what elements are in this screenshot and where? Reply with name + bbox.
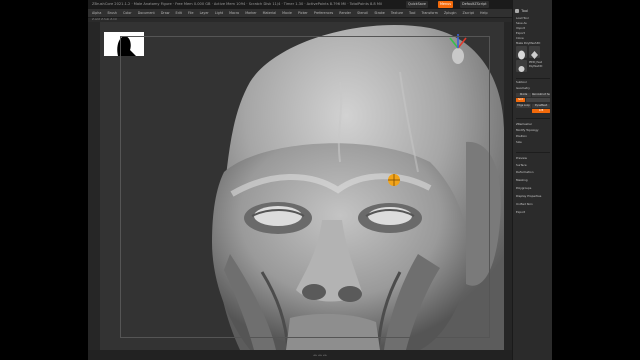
- menu-help[interactable]: Help: [480, 11, 488, 15]
- tool-thumbnail-polymesh[interactable]: [529, 46, 540, 59]
- menu-stencil[interactable]: Stencil: [357, 11, 368, 15]
- menu-material[interactable]: Material: [263, 11, 276, 15]
- export-section[interactable]: Export: [516, 210, 550, 215]
- menu-stroke[interactable]: Stroke: [374, 11, 385, 15]
- menu-zplugin[interactable]: Zplugin: [444, 11, 456, 15]
- modify-topology-section[interactable]: Modify Topology: [516, 128, 550, 133]
- menu-render[interactable]: Render: [339, 11, 351, 15]
- divide-button[interactable]: Divide: [516, 93, 531, 97]
- tool-palette: Tool Load Tool Save As Import Export Clo…: [512, 0, 552, 360]
- divider: [516, 78, 550, 79]
- subtool-section[interactable]: Subtool: [516, 80, 550, 85]
- subtool-name-label: PolyMesh3D: [529, 65, 543, 68]
- menu-macro[interactable]: Macro: [229, 11, 239, 15]
- dynamesh-button[interactable]: DynaMesh: [532, 104, 550, 108]
- bottom-shelf: ◂ ▸ ◂ ▸ ◂ ▸: [88, 350, 552, 360]
- palette-icon: [515, 9, 519, 13]
- menu-zscript[interactable]: Zscript: [463, 11, 474, 15]
- tool-thumbnail-sphere[interactable]: [516, 60, 527, 72]
- default-zscript-button[interactable]: DefaultZScript: [460, 1, 489, 8]
- tool-palette-header[interactable]: Tool: [513, 8, 552, 14]
- menu-brush[interactable]: Brush: [107, 11, 117, 15]
- quicksave-button[interactable]: QuickSave: [406, 1, 428, 8]
- menu-edit[interactable]: Edit: [176, 11, 182, 15]
- menu-movie[interactable]: Movie: [282, 11, 292, 15]
- menu-picker[interactable]: Picker: [298, 11, 308, 15]
- sculpt-render: [100, 22, 504, 350]
- divider: [516, 152, 550, 153]
- position-section[interactable]: Position: [516, 134, 550, 139]
- menu-transform[interactable]: Transform: [422, 11, 438, 15]
- window-title: ZBrushCore 2021.1.2 · Male Anatomy Figur…: [92, 2, 382, 6]
- menu-alpha[interactable]: Alpha: [92, 11, 101, 15]
- menu-light[interactable]: Light: [215, 11, 223, 15]
- reconstruct-subdiv-button[interactable]: Reconstruct Subdiv: [532, 93, 550, 97]
- resolution-slider[interactable]: 128: [532, 109, 550, 113]
- surface-section[interactable]: Surface: [516, 163, 550, 168]
- display-properties-section[interactable]: Display Properties: [516, 194, 550, 199]
- menu-layer[interactable]: Layer: [200, 11, 209, 15]
- menu-draw[interactable]: Draw: [161, 11, 170, 15]
- title-bar: ZBrushCore 2021.1.2 · Male Anatomy Figur…: [88, 0, 552, 9]
- right-shelf: [504, 22, 512, 350]
- size-section[interactable]: Size: [516, 140, 550, 145]
- deformation-section[interactable]: Deformation: [516, 170, 550, 175]
- edge-loop-button[interactable]: Edge Loop: [516, 104, 531, 108]
- geometry-section[interactable]: Geometry: [516, 86, 550, 91]
- zremesher-section[interactable]: ZRemesher: [516, 122, 550, 127]
- menu-color[interactable]: Color: [123, 11, 132, 15]
- menu-texture[interactable]: Texture: [391, 11, 403, 15]
- preview-section[interactable]: Preview: [516, 156, 550, 161]
- polygroups-section[interactable]: Polygroups: [516, 186, 550, 191]
- unified-skin-section[interactable]: Unified Skin: [516, 202, 550, 207]
- subdiv-level-slider[interactable]: [526, 98, 550, 102]
- canvas-viewport[interactable]: [100, 22, 504, 350]
- menu-file[interactable]: File: [188, 11, 194, 15]
- zbrush-window: ZBrushCore 2021.1.2 · Male Anatomy Figur…: [88, 0, 552, 360]
- menu-tool[interactable]: Tool: [409, 11, 415, 15]
- menus-button[interactable]: Menus: [438, 1, 454, 8]
- menu-marker[interactable]: Marker: [245, 11, 256, 15]
- divider: [516, 118, 550, 119]
- tool-palette-title: Tool: [521, 9, 529, 13]
- smt-toggle[interactable]: Smt: [516, 98, 525, 102]
- masking-section[interactable]: Masking: [516, 178, 550, 183]
- menu-preferences[interactable]: Preferences: [314, 11, 333, 15]
- tool-thumbnail-head[interactable]: [516, 46, 527, 60]
- silhouette-thumbnail: [104, 32, 144, 56]
- left-shelf: [88, 22, 100, 350]
- menu-document[interactable]: Document: [138, 11, 155, 15]
